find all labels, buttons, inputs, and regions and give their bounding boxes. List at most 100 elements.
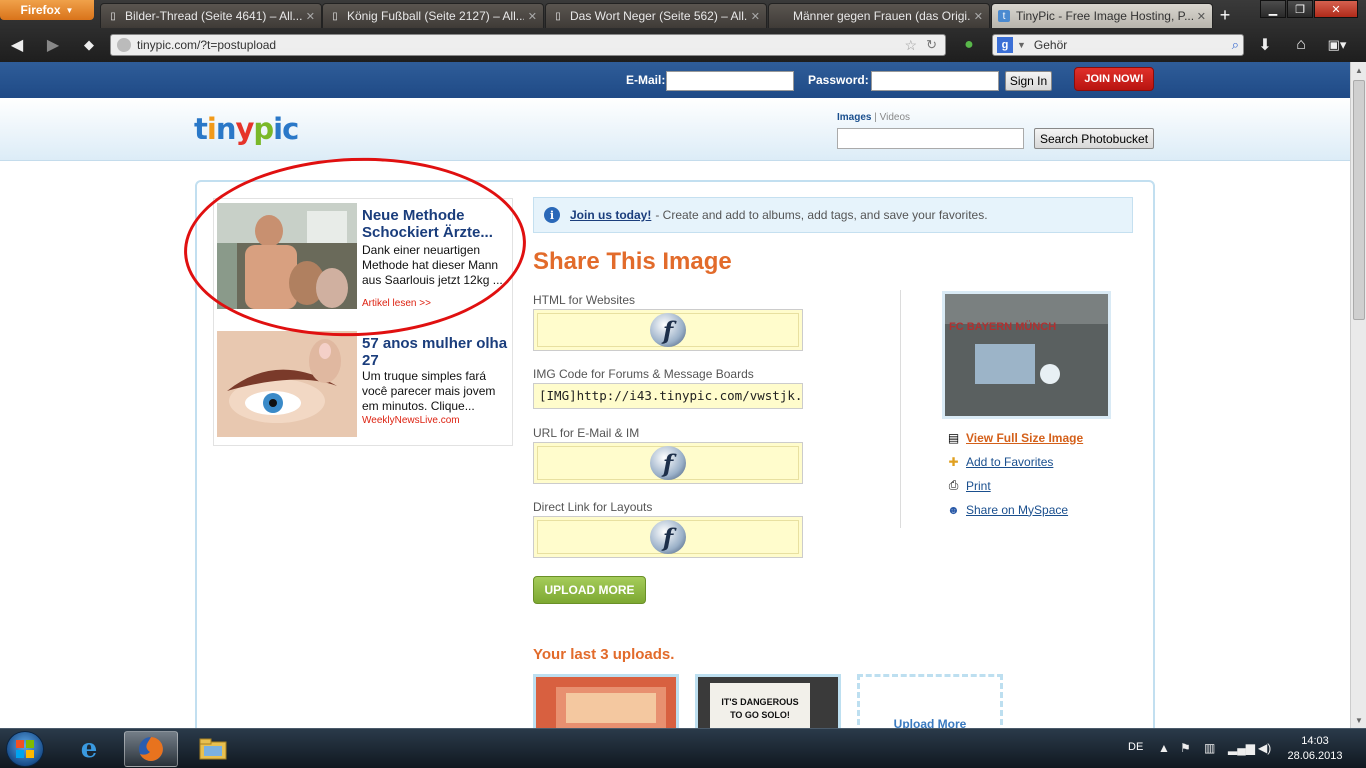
add-favorites-label[interactable]: Add to Favorites	[966, 455, 1053, 469]
ad-title[interactable]: 57 anos mulher olha 27	[362, 335, 512, 369]
vertical-scrollbar[interactable]: ▲ ▼	[1350, 62, 1366, 728]
last-uploads-title: Your last 3 uploads.	[533, 646, 675, 663]
print-link[interactable]: ⎙ Print	[946, 478, 991, 493]
browser-tab[interactable]: ▯ Bilder-Thread (Seite 4641) – All... ✕	[100, 3, 322, 28]
browser-tab[interactable]: Männer gegen Frauen (das Origi... ✕	[768, 3, 990, 28]
close-icon[interactable]: ✕	[751, 10, 760, 23]
svg-text:TO GO SOLO!: TO GO SOLO!	[730, 710, 790, 720]
media-tabs: Images | Videos	[837, 112, 910, 123]
add-favorites-link[interactable]: ✚ Add to Favorites	[946, 454, 1053, 469]
view-image-icon: ▤	[947, 430, 960, 445]
tab-separator: |	[874, 112, 877, 123]
addon-icon[interactable]: ●	[958, 35, 980, 55]
flash-icon[interactable]: f	[650, 313, 686, 347]
ad-item[interactable]: 57 anos mulher olha 27 Um truque simples…	[217, 331, 513, 439]
close-icon[interactable]: ✕	[528, 10, 537, 23]
identity-icon[interactable]: ◆	[78, 35, 100, 55]
upload-more-placeholder[interactable]: Upload More	[857, 674, 1003, 728]
back-arrow-icon[interactable]: ◀	[6, 35, 28, 55]
chevron-down-icon[interactable]: ▼	[1017, 40, 1026, 50]
window-close-icon[interactable]: ✕	[1314, 0, 1358, 18]
clock[interactable]: 14:03 28.06.2013	[1280, 734, 1350, 764]
page-title: Share This Image	[533, 248, 732, 275]
minimize-icon[interactable]: ▁	[1260, 0, 1286, 18]
clock-time: 14:03	[1301, 735, 1329, 747]
join-us-link[interactable]: Join us today!	[570, 208, 651, 222]
volume-icon[interactable]: ◀)	[1258, 741, 1271, 755]
print-label[interactable]: Print	[966, 479, 991, 493]
search-icon[interactable]: ⌕	[1232, 37, 1239, 53]
upload-thumbnail[interactable]: IT'S DANGEROUS TO GO SOLO!	[695, 674, 841, 728]
ad-title[interactable]: Neue Methode Schockiert Ärzte...	[362, 207, 512, 241]
flag-icon[interactable]: ⚑	[1180, 741, 1191, 755]
upload-thumbnail[interactable]	[533, 674, 679, 728]
language-indicator[interactable]: DE	[1128, 741, 1143, 753]
close-icon[interactable]: ✕	[1197, 10, 1206, 23]
firefox-icon[interactable]	[124, 731, 178, 767]
google-icon[interactable]: g	[997, 37, 1013, 53]
reload-icon[interactable]: ↻	[926, 37, 937, 53]
url-code-box[interactable]: f	[533, 442, 803, 484]
close-icon[interactable]: ✕	[974, 10, 983, 23]
password-field[interactable]	[871, 71, 999, 91]
direct-link-code-box[interactable]: f	[533, 516, 803, 558]
ad-link[interactable]: Artikel lesen >>	[362, 298, 431, 309]
browser-tab[interactable]: ▯ König Fußball (Seite 2127) – All... ✕	[322, 3, 544, 28]
show-hidden-icons-icon[interactable]: ▲	[1158, 741, 1170, 755]
browser-chrome: Firefox ▼ ▯ Bilder-Thread (Seite 4641) –…	[0, 0, 1366, 62]
sign-in-button[interactable]: Sign In	[1005, 71, 1052, 91]
browser-tab-active[interactable]: t TinyPic - Free Image Hosting, P... ✕	[991, 3, 1213, 28]
upload-more-link[interactable]: Upload More	[894, 717, 967, 728]
home-icon[interactable]: ⌂	[1290, 35, 1312, 55]
new-tab-button[interactable]: +	[1214, 6, 1236, 26]
firefox-menu-label: Firefox	[20, 3, 61, 17]
internet-explorer-icon[interactable]: e	[62, 731, 116, 767]
scrollbar-thumb[interactable]	[1353, 80, 1365, 320]
ad-item[interactable]: Neue Methode Schockiert Ärzte... Dank ei…	[217, 203, 513, 311]
flash-icon[interactable]: f	[650, 520, 686, 554]
download-icon[interactable]: ⬇	[1254, 35, 1276, 55]
view-full-size-label[interactable]: View Full Size Image	[966, 431, 1083, 445]
forward-arrow-icon[interactable]: ▶	[42, 35, 64, 55]
ad-image[interactable]	[217, 203, 357, 309]
html-code-box[interactable]: f	[533, 309, 803, 351]
photobucket-search-input[interactable]	[837, 128, 1024, 149]
view-full-size-link[interactable]: ▤ View Full Size Image	[946, 430, 1083, 445]
flash-icon[interactable]: f	[650, 446, 686, 480]
search-photobucket-button[interactable]: Search Photobucket	[1034, 128, 1154, 149]
device-icon[interactable]: ▥	[1204, 741, 1215, 755]
direct-link-label: Direct Link for Layouts	[533, 500, 653, 514]
system-tray: DE ▲ ⚑ ▥ ▂▄▆ ◀) 14:03 28.06.2013	[1120, 729, 1366, 768]
img-code-field[interactable]: [IMG]http://i43.tinypic.com/vwstjk.jpg[/…	[533, 383, 803, 409]
password-label: Password:	[808, 73, 869, 87]
search-bar[interactable]: g ▼ Gehör ⌕	[992, 34, 1244, 56]
network-signal-icon[interactable]: ▂▄▆	[1228, 741, 1255, 755]
browser-tab[interactable]: ▯ Das Wort Neger (Seite 562) – All... ✕	[545, 3, 767, 28]
close-icon[interactable]: ✕	[306, 10, 315, 23]
tab-title: König Fußball (Seite 2127) – All...	[347, 9, 524, 23]
scroll-up-icon[interactable]: ▲	[1351, 62, 1366, 78]
tab-videos[interactable]: Videos	[880, 112, 910, 123]
windows-start-icon[interactable]	[6, 731, 44, 767]
clock-date: 28.06.2013	[1287, 750, 1343, 762]
share-myspace-label[interactable]: Share on MySpace	[966, 503, 1068, 517]
scroll-down-icon[interactable]: ▼	[1351, 712, 1366, 728]
join-now-button[interactable]: JOIN NOW!	[1074, 67, 1154, 91]
bookmark-star-icon[interactable]: ☆	[904, 37, 917, 54]
share-myspace-link[interactable]: ☻ Share on MySpace	[946, 502, 1068, 517]
image-thumbnail[interactable]: FC BAYERN MÜNCH	[942, 291, 1111, 419]
firefox-menu-button[interactable]: Firefox ▼	[0, 0, 94, 20]
email-field[interactable]	[666, 71, 794, 91]
ad-link[interactable]: WeeklyNewsLive.com	[362, 415, 460, 426]
tab-title: Männer gegen Frauen (das Origi...	[793, 9, 970, 23]
info-icon: i	[544, 207, 560, 223]
page-icon: ▯	[332, 10, 338, 22]
upload-more-button[interactable]: UPLOAD MORE	[533, 576, 646, 604]
bookmarks-menu-icon[interactable]: ▣▾	[1326, 35, 1348, 55]
explorer-folder-icon[interactable]	[186, 731, 240, 767]
tinypic-logo[interactable]: tinypic	[194, 112, 299, 146]
ad-image[interactable]	[217, 331, 357, 437]
maximize-icon[interactable]: ❐	[1287, 0, 1313, 18]
url-bar[interactable]: tinypic.com/?t=postupload ☆ ↻	[110, 34, 946, 56]
tab-images[interactable]: Images	[837, 112, 871, 123]
